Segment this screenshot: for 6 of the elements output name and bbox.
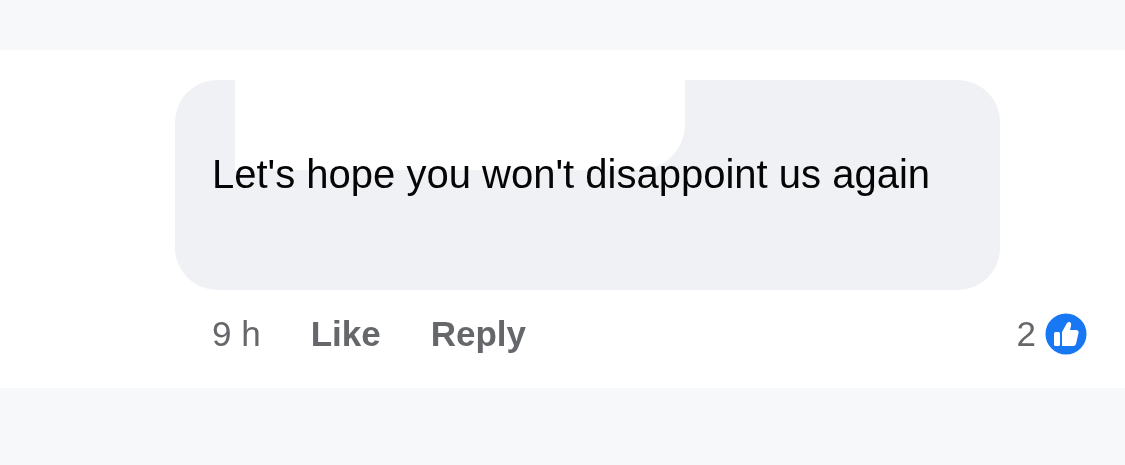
reaction-count: 2 — [1016, 314, 1036, 354]
like-link[interactable]: Like — [310, 314, 381, 354]
thumbs-up-icon — [1042, 310, 1090, 358]
timestamp: 9 h — [212, 314, 261, 354]
reply-link[interactable]: Reply — [430, 314, 526, 354]
comment-text: Let's hope you won't disappoint us again — [212, 151, 931, 198]
